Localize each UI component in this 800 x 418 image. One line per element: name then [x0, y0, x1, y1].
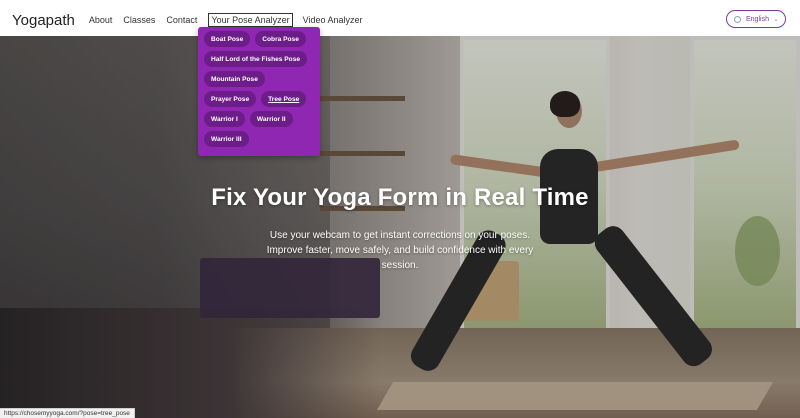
- dropdown-row: Warrior III: [204, 131, 314, 147]
- pose-item-mountain[interactable]: Mountain Pose: [204, 71, 265, 87]
- pose-item-half-lord-fishes[interactable]: Half Lord of the Fishes Pose: [204, 51, 308, 67]
- top-nav: Yogapath About Classes Contact Your Pose…: [0, 4, 800, 36]
- dropdown-row: Boat Pose Cobra Pose: [204, 31, 314, 47]
- dropdown-row: Half Lord of the Fishes Pose: [204, 51, 314, 67]
- status-url-tooltip: https://chosemyyoga.com/?pose=tree_pose: [0, 408, 135, 418]
- hero-overlay: [0, 36, 800, 418]
- chevron-down-icon: ⌄: [773, 16, 779, 23]
- hero-title: Fix Your Yoga Form in Real Time: [211, 184, 589, 211]
- globe-icon: [734, 15, 741, 23]
- nav-link-video-analyzer[interactable]: Video Analyzer: [303, 15, 363, 25]
- nav-link-about[interactable]: About: [89, 15, 113, 25]
- nav-link-contact[interactable]: Contact: [166, 15, 197, 25]
- pose-item-warrior-1[interactable]: Warrior I: [204, 111, 245, 127]
- pose-item-prayer[interactable]: Prayer Pose: [204, 91, 257, 107]
- hero-subtitle: Use your webcam to get instant correctio…: [266, 230, 534, 271]
- pose-item-boat[interactable]: Boat Pose: [204, 31, 251, 47]
- language-selector[interactable]: English ⌄: [726, 10, 786, 28]
- pose-item-cobra[interactable]: Cobra Pose: [255, 31, 306, 47]
- brand-logo[interactable]: Yogapath: [12, 12, 75, 29]
- pose-item-tree[interactable]: Tree Pose: [261, 91, 307, 107]
- nav-link-pose-analyzer[interactable]: Your Pose Analyzer: [208, 13, 293, 27]
- dropdown-row: Prayer Pose Tree Pose: [204, 91, 314, 107]
- language-label: English: [746, 15, 769, 23]
- hero-section: Fix Your Yoga Form in Real Time Use your…: [0, 36, 800, 418]
- pose-item-warrior-3[interactable]: Warrior III: [204, 131, 249, 147]
- pose-item-warrior-2[interactable]: Warrior II: [249, 111, 293, 127]
- dropdown-row: Mountain Pose: [204, 71, 314, 87]
- pose-dropdown-menu: Boat Pose Cobra Pose Half Lord of the Fi…: [198, 27, 320, 156]
- dropdown-row: Warrior I Warrior II: [204, 111, 314, 127]
- nav-link-classes[interactable]: Classes: [123, 15, 155, 25]
